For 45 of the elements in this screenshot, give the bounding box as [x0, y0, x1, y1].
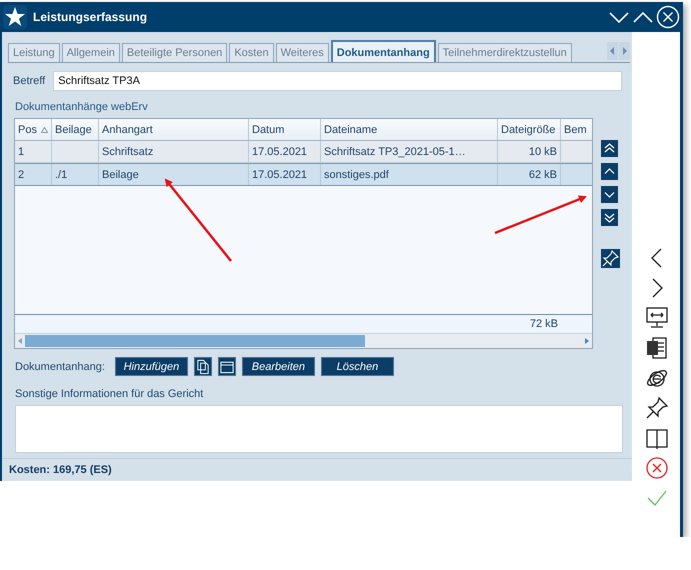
- document-icon[interactable]: [645, 336, 669, 360]
- table-cell-text: Schriftsatz: [102, 144, 154, 160]
- field-label: Betreff: [13, 75, 46, 87]
- input-field[interactable]: Schriftsatz TP3A: [53, 71, 622, 91]
- table-cell-text: 2: [18, 168, 24, 182]
- action-button[interactable]: Hinzufügen: [114, 357, 188, 376]
- folder-button[interactable]: [218, 357, 236, 376]
- move-down-icon[interactable]: [601, 186, 618, 203]
- column-header[interactable]: Datum: [252, 120, 284, 140]
- move-top-icon[interactable]: [601, 140, 618, 157]
- table-cell-text: 62 kB: [528, 168, 557, 182]
- copy-button[interactable]: [194, 357, 212, 376]
- field-label: Sonstige Informationen für das Gericht: [15, 388, 204, 400]
- column-header[interactable]: Dateigröße: [501, 120, 556, 140]
- monitor-icon[interactable]: [645, 306, 669, 330]
- tab[interactable]: Dokumentanhang: [330, 40, 436, 62]
- table-cell-text: ./1: [55, 168, 68, 182]
- table-cell-text: 1: [18, 144, 24, 160]
- window-title: Leistungserfassung: [33, 10, 148, 24]
- table-row[interactable]: 2 ./1 Beilage 17.05.2021 sonstiges.pdf 62 kB: [15, 163, 592, 186]
- pin-icon[interactable]: [645, 396, 669, 420]
- table-cell-text: 17.05.2021: [252, 168, 308, 182]
- move-bottom-icon[interactable]: [601, 209, 618, 226]
- section-title: Dokumentanhänge webErv: [15, 101, 148, 113]
- move-up-icon[interactable]: [601, 163, 618, 180]
- status-text: Kosten: 169,75 (ES): [9, 464, 112, 476]
- field-label: Dokumentanhang:: [15, 360, 105, 372]
- table-cell-text: Beilage: [102, 168, 139, 182]
- horizontal-scrollbar[interactable]: [15, 333, 592, 348]
- table-cell-text: sonstiges.pdf: [324, 168, 389, 182]
- close-icon[interactable]: [656, 5, 680, 29]
- column-header[interactable]: Dateiname: [324, 120, 378, 140]
- action-button[interactable]: Löschen: [320, 357, 394, 376]
- total-size: 72 kB: [530, 317, 558, 332]
- column-header[interactable]: Bem: [564, 120, 587, 140]
- cancel-icon[interactable]: [645, 456, 669, 480]
- table-cell-text: 10 kB: [528, 144, 557, 160]
- action-button[interactable]: Bearbeiten: [242, 357, 315, 376]
- table-cell-text: Schriftsatz TP3_2021-05-1…: [324, 144, 466, 160]
- column-header[interactable]: Beilage: [55, 120, 92, 140]
- column-header[interactable]: Pos: [18, 120, 37, 140]
- table-row[interactable]: 1 Schriftsatz 17.05.2021 Schriftsatz TP3_2021-05-1… 10 kB: [15, 141, 592, 163]
- table-cell-text: 17.05.2021: [252, 144, 308, 160]
- star-icon: [3, 5, 27, 29]
- column-header[interactable]: Anhangart: [102, 120, 153, 140]
